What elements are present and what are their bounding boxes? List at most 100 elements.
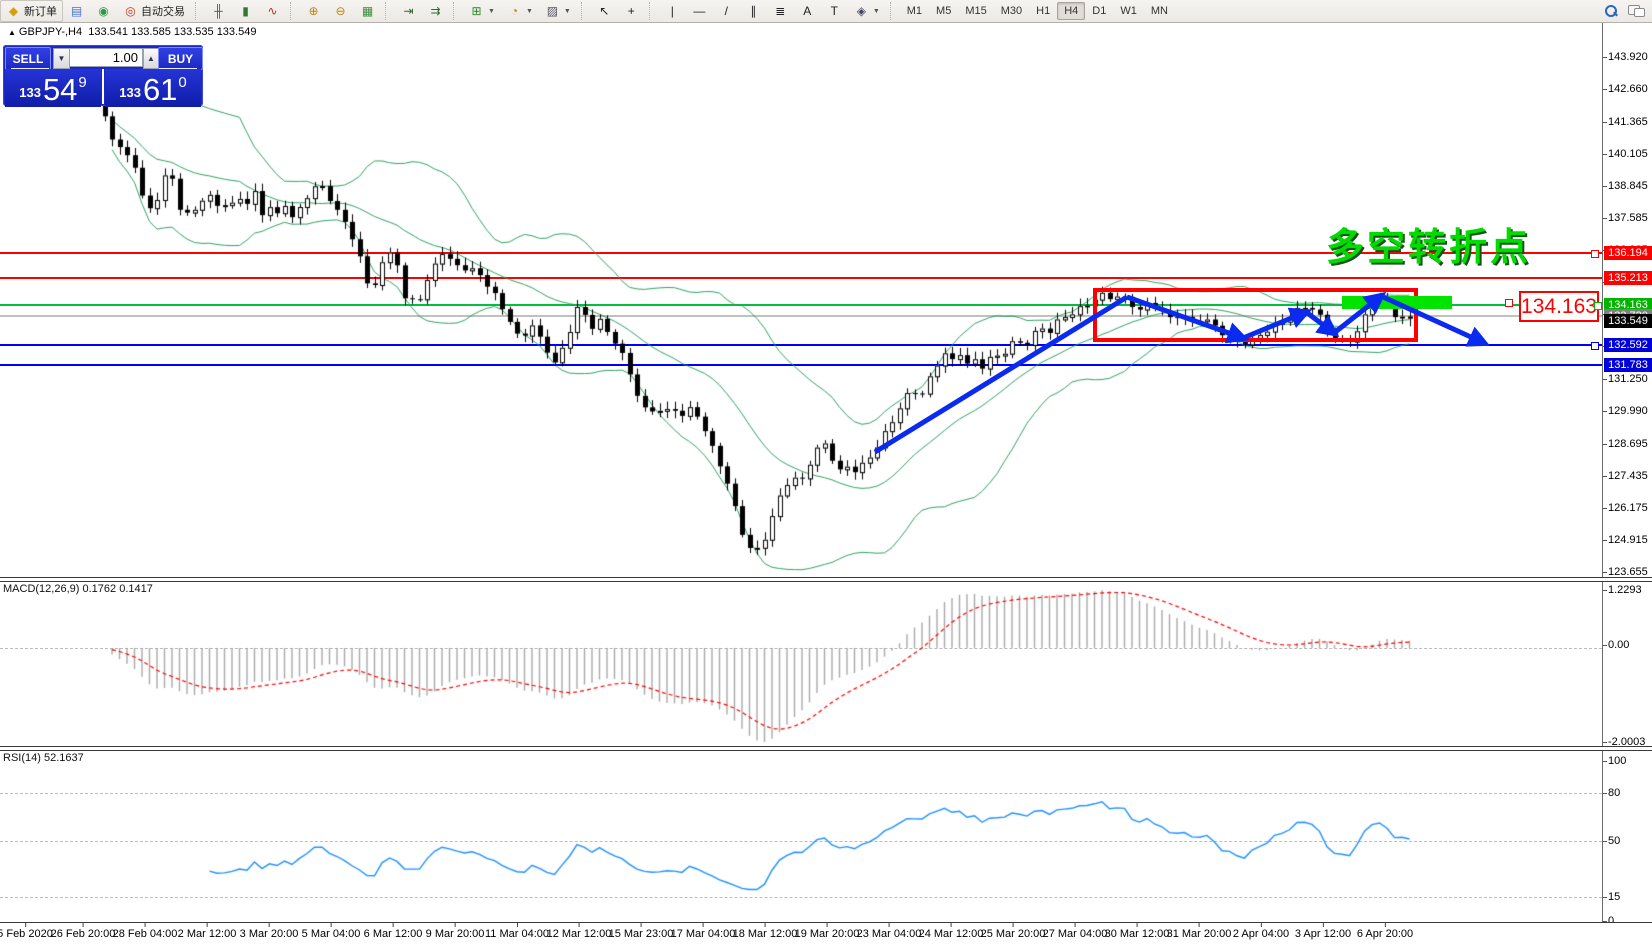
price-callout-134163: 134.163 <box>1519 291 1599 322</box>
dropdown-arrow-icon: ▼ <box>526 8 533 15</box>
auto-scroll-button[interactable]: ⇉ <box>422 0 449 22</box>
time-label: 25 Mar 20:00 <box>981 928 1046 940</box>
buy-price-pip: 0 <box>178 74 186 91</box>
timeframe-button-m30[interactable]: M30 <box>994 2 1029 20</box>
shift-chart-button[interactable]: ⇥ <box>395 0 422 22</box>
tline-icon: / <box>719 4 734 19</box>
cursor-icon: ↖ <box>597 4 612 19</box>
time-label: 11 Mar 04:00 <box>485 928 549 940</box>
time-label: 2 Apr 04:00 <box>1233 928 1289 940</box>
time-label: 27 Mar 04:00 <box>1043 928 1108 940</box>
chat-icon[interactable] <box>1628 5 1644 17</box>
time-axis[interactable]: 5 Feb 202026 Feb 20:0028 Feb 04:002 Mar … <box>0 922 1652 946</box>
bar-chart-button[interactable]: ╫ <box>205 0 232 22</box>
autotrade-icon: ◎ <box>123 4 138 19</box>
time-label: 12 Mar 12:00 <box>547 928 612 940</box>
market-watch-button[interactable]: ▤ <box>63 0 90 22</box>
price-tick: 140.105 <box>1608 148 1652 161</box>
periods-button[interactable]: ◔▼ <box>501 0 539 22</box>
line-anchor-square[interactable] <box>1505 299 1513 307</box>
timeframe-button-h1[interactable]: H1 <box>1029 2 1057 20</box>
collapse-triangle-icon[interactable]: ▲ <box>8 28 16 37</box>
chart-symbol-header: ▲GBPJPY-,H4 133.541 133.585 133.535 133.… <box>8 26 256 38</box>
zoom-in-button[interactable]: ⊕ <box>300 0 327 22</box>
timeframe-button-mn[interactable]: MN <box>1144 2 1175 20</box>
toolbar-separator <box>453 2 460 20</box>
timeframe-button-d1[interactable]: D1 <box>1085 2 1113 20</box>
macd-label: MACD(12,26,9) 0.1762 0.1417 <box>3 583 153 595</box>
macd-axis-tick: 0.00 <box>1608 639 1652 652</box>
text-label-button[interactable]: T <box>821 0 848 22</box>
chart-canvas[interactable] <box>0 0 1652 946</box>
timeframe-button-m1[interactable]: M1 <box>900 2 929 20</box>
equidistant-channel-button[interactable]: ∥ <box>740 0 767 22</box>
shift-icon: ⇥ <box>401 4 416 19</box>
buy-price-figure: 133 <box>119 85 141 100</box>
dropdown-arrow-icon: ▼ <box>488 8 495 15</box>
pane-splitter-rsi[interactable] <box>0 746 1652 751</box>
candlestick-chart-button[interactable]: ▮ <box>232 0 259 22</box>
arrows-button[interactable]: ◈▼ <box>848 0 886 22</box>
sell-price-big: 54 <box>43 76 77 104</box>
tile-windows-button[interactable]: ▦ <box>354 0 381 22</box>
timeframe-button-h4[interactable]: H4 <box>1057 2 1085 20</box>
search-icon[interactable] <box>1604 4 1618 18</box>
volume-down-button[interactable]: ▼ <box>53 48 70 69</box>
line-anchor-square[interactable] <box>1594 302 1602 310</box>
dropdown-arrow-icon: ▼ <box>564 8 571 15</box>
timeframe-button-w1[interactable]: W1 <box>1113 2 1144 20</box>
tile-icon: ▦ <box>360 4 375 19</box>
toolbar-separator <box>581 2 588 20</box>
textT-icon: T <box>827 4 842 19</box>
toolbar-separator <box>890 2 897 20</box>
price-tick: 124.915 <box>1608 534 1652 547</box>
autoscroll-icon: ⇉ <box>428 4 443 19</box>
buy-button[interactable]: BUY <box>158 47 203 70</box>
timeframe-button-m15[interactable]: M15 <box>958 2 993 20</box>
macd-axis-tick: 1.2293 <box>1608 584 1652 597</box>
time-label: 30 Mar 12:00 <box>1105 928 1170 940</box>
price-level-label-132.592: 132.592 <box>1604 338 1652 352</box>
sell-price-box[interactable]: 133 54 9 <box>5 69 101 107</box>
line-anchor-square[interactable] <box>1591 342 1599 350</box>
auto-trading-button[interactable]: ◎自动交易 <box>117 0 191 22</box>
zoom-out-button[interactable]: ⊖ <box>327 0 354 22</box>
crosshair-button[interactable]: + <box>618 0 645 22</box>
templates-button[interactable]: ▨▼ <box>539 0 577 22</box>
line-anchor-square[interactable] <box>1591 250 1599 258</box>
price-tick: 131.250 <box>1608 373 1652 386</box>
signals-button[interactable]: ◉ <box>90 0 117 22</box>
sell-button[interactable]: SELL <box>5 47 51 70</box>
monitor-icon: ▤ <box>69 4 84 19</box>
time-label: 23 Mar 04:00 <box>857 928 922 940</box>
cursor-button[interactable]: ↖ <box>591 0 618 22</box>
rsi-axis-tick: 100 <box>1608 755 1652 768</box>
fibonacci-button[interactable]: ≣ <box>767 0 794 22</box>
turning-point-annotation: 多空转折点 <box>1326 216 1531 271</box>
vertical-line-button[interactable]: | <box>659 0 686 22</box>
time-label: 17 Mar 04:00 <box>671 928 736 940</box>
trendline-button[interactable]: / <box>713 0 740 22</box>
buy-price-box[interactable]: 133 61 0 <box>105 69 201 107</box>
time-label: 9 Mar 20:00 <box>426 928 485 940</box>
new-order-button[interactable]: ◆新订单 <box>0 0 63 22</box>
price-tick: 141.365 <box>1608 116 1652 129</box>
horizontal-line-button[interactable]: — <box>686 0 713 22</box>
addchart-icon: ⊞ <box>469 4 484 19</box>
time-label: 18 Mar 12:00 <box>733 928 798 940</box>
fibo-icon: ≣ <box>773 4 788 19</box>
price-tick: 143.920 <box>1608 51 1652 64</box>
new-chart-button[interactable]: ⊞▼ <box>463 0 501 22</box>
price-tick: 142.660 <box>1608 83 1652 96</box>
toolbar-separator <box>385 2 392 20</box>
text-button[interactable]: A <box>794 0 821 22</box>
mt4-window: ◆新订单▤◉◎自动交易╫▮∿⊕⊖▦⇥⇉⊞▼◔▼▨▼↖+|—/∥≣AT◈▼M1M5… <box>0 0 1652 946</box>
volume-up-button[interactable]: ▲ <box>143 48 159 69</box>
buy-price-big: 61 <box>143 76 177 104</box>
volume-input[interactable] <box>69 48 143 67</box>
zoomout-icon: ⊖ <box>333 4 348 19</box>
pane-splitter-macd[interactable] <box>0 577 1652 582</box>
line-chart-button[interactable]: ∿ <box>259 0 286 22</box>
timeframe-button-m5[interactable]: M5 <box>929 2 958 20</box>
vline-icon: | <box>665 4 680 19</box>
